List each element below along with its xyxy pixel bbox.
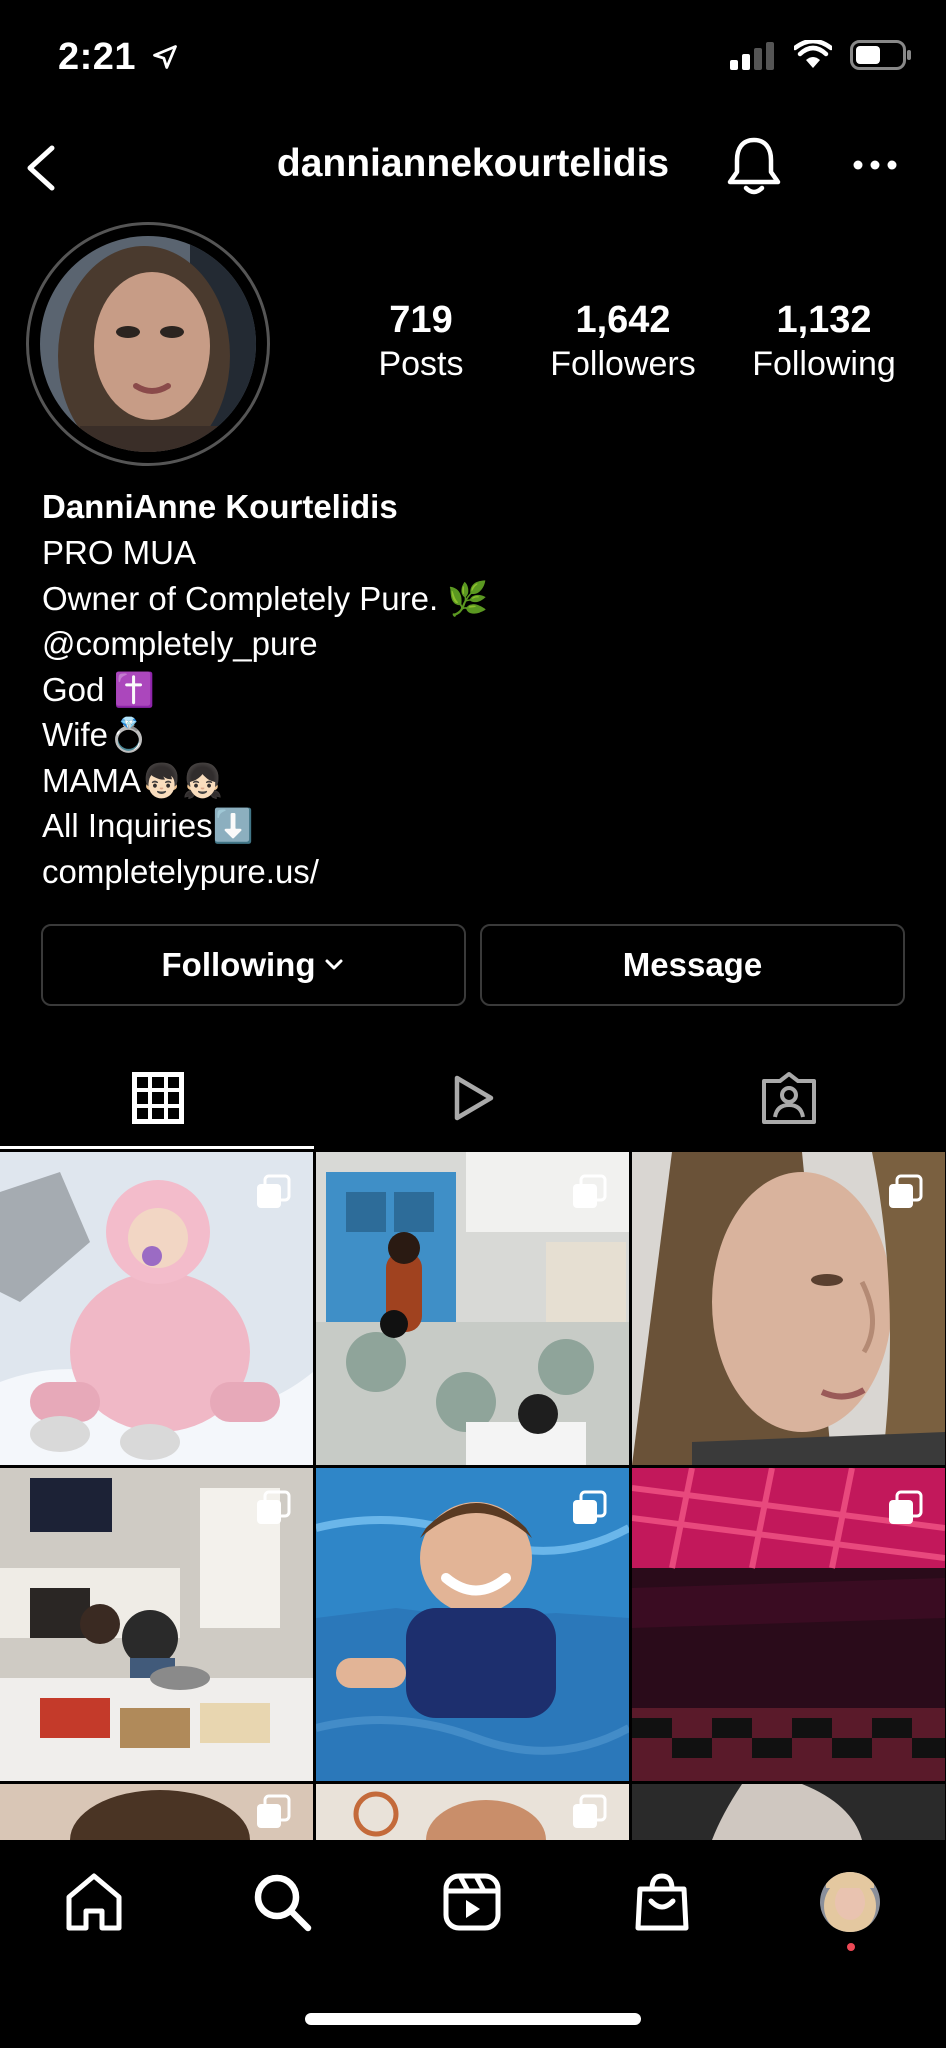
chevron-down-icon xyxy=(325,959,343,970)
grid-post-thumbnail[interactable] xyxy=(0,1152,313,1465)
bio-website-link[interactable]: completelypure.us/ xyxy=(42,849,862,895)
notification-dot xyxy=(847,1943,855,1951)
battery-icon xyxy=(850,40,911,70)
location-arrow-icon xyxy=(153,45,178,69)
following-button-label: Following xyxy=(161,946,316,983)
multiple-posts-icon xyxy=(257,1794,291,1828)
grid-post-thumbnail[interactable] xyxy=(0,1784,313,1840)
status-time: 2:21 xyxy=(58,36,179,79)
ellipsis-icon xyxy=(853,160,897,170)
message-button[interactable]: Message xyxy=(480,924,905,1006)
stat-following[interactable]: 1,132 Following xyxy=(744,298,904,386)
home-icon xyxy=(66,1873,122,1931)
notifications-button[interactable] xyxy=(724,134,784,198)
multiple-posts-icon xyxy=(257,1490,291,1524)
tagged-person-icon xyxy=(761,1072,816,1124)
bell-icon xyxy=(727,137,781,195)
shopping-bag-icon xyxy=(635,1873,689,1931)
bio-line: All Inquiries⬇️ xyxy=(42,807,254,844)
multiple-posts-icon xyxy=(889,1490,923,1524)
bio-mention-link[interactable]: @completely_pure xyxy=(42,621,862,667)
tab-reels[interactable] xyxy=(315,1050,630,1146)
followers-label: Followers xyxy=(550,345,696,383)
following-button[interactable]: Following xyxy=(41,924,466,1006)
multiple-posts-icon xyxy=(573,1794,607,1828)
multiple-posts-icon xyxy=(573,1490,607,1524)
posts-count: 719 xyxy=(389,299,453,341)
multiple-posts-icon xyxy=(889,1174,923,1208)
posts-label: Posts xyxy=(378,345,464,383)
grid-post-thumbnail[interactable] xyxy=(316,1784,629,1840)
following-label: Following xyxy=(752,345,896,383)
profile-avatar[interactable] xyxy=(40,236,256,452)
grid-post-thumbnail[interactable] xyxy=(316,1152,629,1465)
stat-posts[interactable]: 719 Posts xyxy=(362,298,480,386)
grid-post-thumbnail[interactable] xyxy=(632,1468,945,1781)
more-options-button[interactable] xyxy=(846,140,904,190)
followers-count: 1,642 xyxy=(575,299,671,341)
multiple-posts-icon xyxy=(257,1174,291,1208)
nav-search[interactable] xyxy=(242,1868,322,1936)
following-count: 1,132 xyxy=(776,299,872,341)
wifi-icon xyxy=(794,40,832,68)
active-tab-indicator xyxy=(0,1146,314,1149)
nav-home[interactable] xyxy=(54,1868,134,1936)
bio-line: PRO MUA xyxy=(42,534,197,571)
message-button-label: Message xyxy=(622,946,763,983)
display-name: DanniAnne Kourtelidis xyxy=(42,488,398,525)
profile-username: danniannekourtelidis xyxy=(276,142,670,185)
search-icon xyxy=(254,1874,312,1932)
tab-tagged[interactable] xyxy=(631,1050,946,1146)
grid-post-thumbnail[interactable] xyxy=(316,1468,629,1781)
grid-post-thumbnail[interactable] xyxy=(632,1784,945,1840)
grid-post-thumbnail[interactable] xyxy=(632,1152,945,1465)
bio-line: MAMA👦🏻👧🏻 xyxy=(42,761,224,799)
bio-line: Owner of Completely Pure. 🌿 xyxy=(42,579,489,617)
nav-shop[interactable] xyxy=(622,1868,702,1936)
profile-bio: DanniAnne Kourtelidis PRO MUA Owner of C… xyxy=(42,484,862,894)
bio-line: Wife💍 xyxy=(42,716,150,753)
bio-line: God ✝️ xyxy=(42,670,155,708)
grid-icon xyxy=(131,1072,184,1124)
nav-profile-avatar[interactable] xyxy=(820,1872,880,1932)
nav-reels[interactable] xyxy=(432,1868,512,1936)
stat-followers[interactable]: 1,642 Followers xyxy=(540,298,706,386)
multiple-posts-icon xyxy=(573,1174,607,1208)
grid-post-thumbnail[interactable] xyxy=(0,1468,313,1781)
status-indicators xyxy=(730,40,912,70)
home-indicator xyxy=(305,2013,641,2025)
cellular-signal-icon xyxy=(730,42,774,70)
play-icon xyxy=(454,1075,493,1121)
tab-posts-grid[interactable] xyxy=(0,1050,315,1146)
reels-icon xyxy=(443,1873,501,1931)
